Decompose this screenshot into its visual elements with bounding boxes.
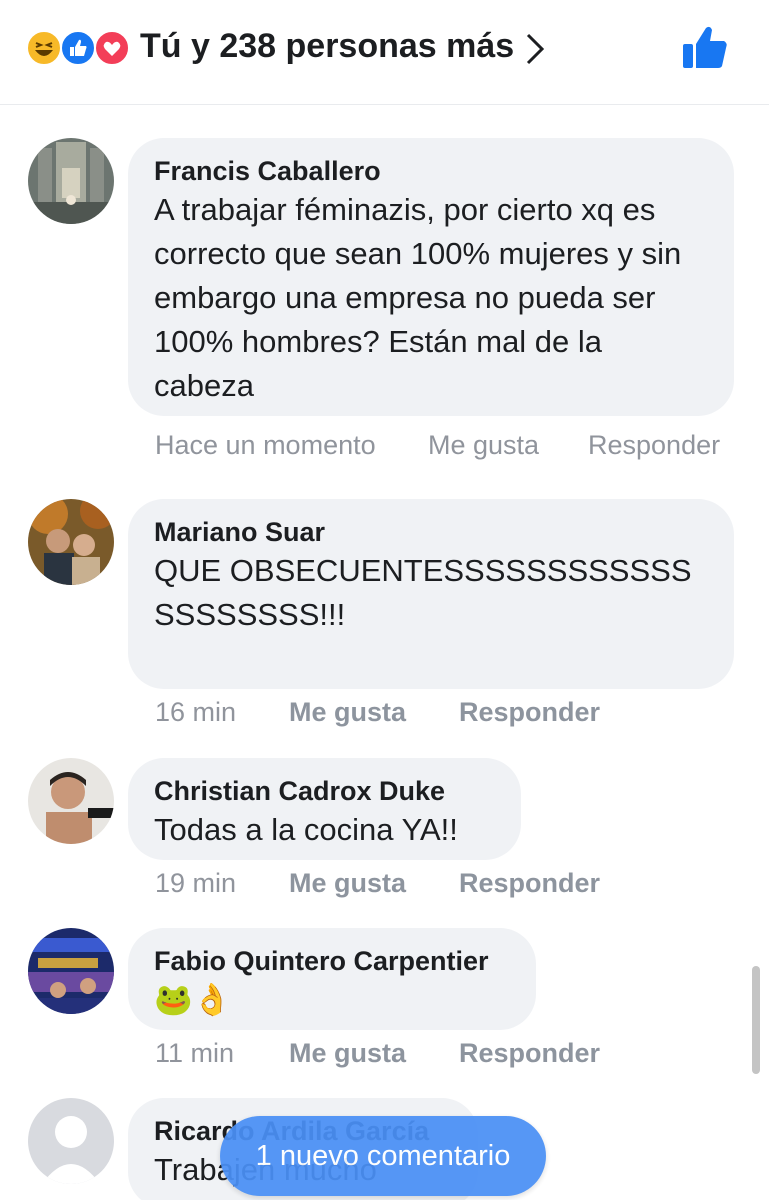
- comment-author[interactable]: Mariano Suar: [154, 515, 708, 549]
- reaction-icons[interactable]: [26, 30, 136, 66]
- comment-author[interactable]: Fabio Quintero Carpentier: [154, 944, 510, 978]
- comment-bubble[interactable]: Christian Cadrox Duke Todas a la cocina …: [128, 758, 521, 860]
- like-comment-button[interactable]: Me gusta: [289, 868, 406, 899]
- avatar[interactable]: [28, 928, 114, 1014]
- comment-time: 16 min: [155, 697, 237, 727]
- avatar[interactable]: [28, 138, 114, 224]
- reply-comment-button[interactable]: Responder: [459, 868, 600, 899]
- avatar[interactable]: [28, 758, 114, 844]
- thumbs-up-icon[interactable]: [680, 24, 730, 72]
- reply-comment-button[interactable]: Responder: [459, 697, 600, 728]
- avatar[interactable]: [28, 499, 114, 585]
- love-icon: [94, 30, 130, 66]
- reply-comment-button[interactable]: Responder: [588, 430, 720, 461]
- reactions-summary[interactable]: Tú y 238 personas más: [140, 27, 514, 66]
- comment-text: QUE OBSECUENTESSSSSSSSSSSSSSSSSSSS!!!: [154, 553, 692, 632]
- chevron-right-icon[interactable]: [520, 32, 550, 66]
- comment-text: 🐸👌: [154, 982, 232, 1017]
- comment-author[interactable]: Christian Cadrox Duke: [154, 774, 495, 808]
- avatar-placeholder[interactable]: [28, 1098, 114, 1184]
- comment-bubble[interactable]: Fabio Quintero Carpentier 🐸👌: [128, 928, 536, 1030]
- haha-icon: [26, 30, 62, 66]
- comment-bubble[interactable]: Mariano Suar QUE OBSECUENTESSSSSSSSSSSSS…: [128, 499, 734, 689]
- comment-author[interactable]: Francis Caballero: [154, 154, 708, 188]
- comments-screen: Tú y 238 personas más Francis Caballero …: [0, 0, 769, 1200]
- like-comment-button[interactable]: Me gusta: [428, 430, 539, 461]
- like-comment-button[interactable]: Me gusta: [289, 1038, 406, 1069]
- comment-time: 19 min: [155, 868, 237, 898]
- reactions-header[interactable]: Tú y 238 personas más: [0, 0, 769, 105]
- like-comment-button[interactable]: Me gusta: [289, 697, 406, 728]
- comment-bubble[interactable]: Francis Caballero A trabajar féminazis, …: [128, 138, 734, 416]
- reply-comment-button[interactable]: Responder: [459, 1038, 600, 1069]
- comment-text: A trabajar féminazis, por cierto xq es c…: [154, 192, 682, 403]
- comment-time: Hace un momento: [155, 430, 376, 460]
- comment-time: 11 min: [155, 1038, 235, 1068]
- like-icon: [60, 30, 96, 66]
- comment-text: Todas a la cocina YA!!: [154, 812, 458, 847]
- scrollbar[interactable]: [752, 966, 760, 1074]
- new-comment-button[interactable]: 1 nuevo comentario: [220, 1116, 546, 1196]
